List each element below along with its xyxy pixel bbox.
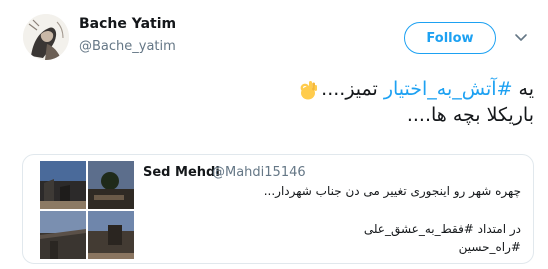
- quoted-photo-1[interactable]: [40, 161, 86, 209]
- follow-button[interactable]: Follow: [404, 22, 496, 54]
- tweet-suffix: تمیز....: [321, 78, 384, 100]
- quoted-text-line-2: در امتداد #فقط_به_عشق_علی: [363, 222, 521, 236]
- tweet-line-2: باریکلا بچه ها....: [406, 104, 534, 126]
- avatar-illustration: [23, 14, 69, 60]
- avatar[interactable]: [23, 14, 69, 60]
- quoted-photo-3[interactable]: [40, 211, 86, 259]
- quoted-text-line-1: چهره شهر رو اینجوری تغییر می دن جناب شهر…: [263, 184, 521, 198]
- tweet-menu-chevron-down-icon[interactable]: [513, 29, 529, 45]
- author-name[interactable]: Bache Yatim: [79, 16, 176, 32]
- quoted-tweet-media-grid[interactable]: [40, 161, 134, 259]
- tweet-line-1: یه #آتش_به_اختیار تمیز....: [134, 76, 534, 102]
- quoted-author-name: Sed Mehdi: [143, 165, 220, 180]
- quoted-text-line-3: #راه_حسین: [458, 240, 521, 254]
- quoted-photo-4[interactable]: [88, 211, 134, 259]
- tweet-prefix: یه: [512, 78, 534, 100]
- ok-hand-icon: [297, 79, 319, 101]
- author-handle[interactable]: @Bache_yatim: [79, 39, 176, 54]
- quoted-photo-2[interactable]: [88, 161, 134, 209]
- quoted-author-handle: @Mahdi15146: [212, 165, 306, 180]
- quoted-tweet-card[interactable]: Sed Mehdi @Mahdi15146 چهره شهر رو اینجور…: [22, 154, 534, 264]
- tweet-text: یه #آتش_به_اختیار تمیز.... باریکلا بچه ه…: [134, 76, 534, 128]
- hashtag-link[interactable]: #آتش_به_اختیار: [384, 78, 513, 100]
